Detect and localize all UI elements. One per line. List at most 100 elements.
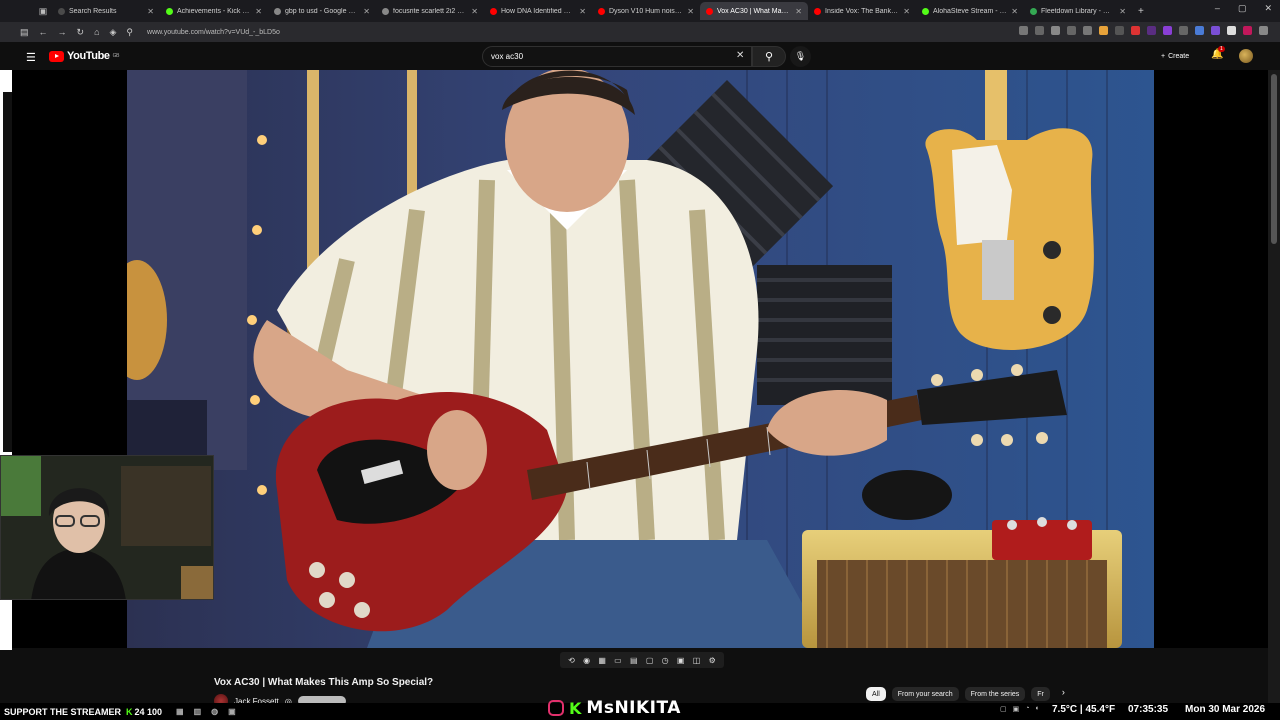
clock: 07:35:35 bbox=[1128, 704, 1169, 715]
notifications-button[interactable]: 🔔 1 bbox=[1211, 46, 1225, 60]
tab-title: Achievements - Kick Dash bbox=[177, 7, 252, 15]
loop-icon[interactable]: ⟲ bbox=[568, 656, 575, 665]
sidebar-toggle-icon[interactable]: ▤ bbox=[20, 27, 29, 38]
extension-icon[interactable] bbox=[1163, 26, 1172, 35]
menu-icon[interactable] bbox=[1259, 26, 1268, 35]
address-bar: ▤ ← → ↻ ⌂ ◈ ⚲ www.youtube.com/watch?v=VU… bbox=[0, 22, 1280, 42]
hd-icon[interactable]: ▦ bbox=[598, 656, 606, 665]
create-button[interactable]: + Create bbox=[1155, 48, 1195, 64]
subtitles-icon[interactable]: ▭ bbox=[614, 656, 622, 665]
streamer-name: MsNIKITA bbox=[586, 698, 681, 718]
new-tab-button[interactable]: + bbox=[1138, 6, 1152, 17]
extension-icon[interactable] bbox=[1083, 26, 1092, 35]
close-tab-icon[interactable]: ✕ bbox=[471, 7, 478, 16]
url-field[interactable]: www.youtube.com/watch?v=VUd_-_bLD5o bbox=[147, 29, 280, 36]
extension-icon[interactable] bbox=[1211, 26, 1220, 35]
tray-icon[interactable]: ◔ bbox=[1025, 705, 1029, 713]
taskbar-app-icon[interactable]: ▥ bbox=[194, 707, 202, 716]
profile-icon[interactable] bbox=[1227, 26, 1236, 35]
close-tab-icon[interactable]: ✕ bbox=[363, 7, 370, 16]
voice-search-button[interactable]: 🎙 bbox=[790, 46, 811, 67]
extension-icon[interactable] bbox=[1035, 26, 1044, 35]
extension-icon[interactable] bbox=[1147, 26, 1156, 35]
extension-icon[interactable] bbox=[1131, 26, 1140, 35]
extension-icon[interactable] bbox=[1179, 26, 1188, 35]
chip-all[interactable]: All bbox=[866, 687, 886, 701]
search-button[interactable]: ⚲ bbox=[752, 46, 786, 67]
home-icon[interactable]: ⌂ bbox=[94, 27, 99, 38]
close-tab-icon[interactable]: ✕ bbox=[1011, 7, 1018, 16]
menu-icon[interactable]: ☰ bbox=[26, 51, 36, 64]
tab-title: Vox AC30 | What Makes T bbox=[717, 7, 792, 15]
extensions-area bbox=[1019, 26, 1268, 35]
close-window-icon[interactable]: ✕ bbox=[1264, 3, 1272, 14]
extension-icon[interactable] bbox=[1115, 26, 1124, 35]
site-info-icon[interactable]: ⚲ bbox=[126, 27, 133, 38]
bookmark-icon[interactable] bbox=[1051, 26, 1060, 35]
settings-icon[interactable]: ⚙ bbox=[709, 656, 716, 665]
tray-icon[interactable]: ◐ bbox=[1035, 705, 1039, 713]
extension-icon[interactable] bbox=[1099, 26, 1108, 35]
chip-from-the-series[interactable]: From the series bbox=[964, 687, 1026, 701]
calendar-icon[interactable]: ▤ bbox=[630, 656, 638, 665]
browser-tab[interactable]: focusrite scarlett 2i2 3rd gen✕ bbox=[376, 2, 484, 20]
support-text: SUPPORT THE STREAMER bbox=[4, 706, 122, 717]
close-tab-icon[interactable]: ✕ bbox=[147, 7, 154, 16]
close-tab-icon[interactable]: ✕ bbox=[255, 7, 262, 16]
close-tab-icon[interactable]: ✕ bbox=[579, 7, 586, 16]
extension-icon[interactable] bbox=[1019, 26, 1028, 35]
browser-tab[interactable]: Achievements - Kick Dash ✕ bbox=[160, 2, 268, 20]
reload-icon[interactable]: ↻ bbox=[77, 27, 85, 38]
browser-tab[interactable]: gbp to usd - Google Search ✕ bbox=[268, 2, 376, 20]
close-tab-icon[interactable]: ✕ bbox=[795, 7, 802, 16]
search-input[interactable]: vox ac30 bbox=[482, 46, 752, 67]
taskbar-app-icon[interactable]: ▦ bbox=[176, 707, 184, 716]
minimize-icon[interactable]: – bbox=[1215, 3, 1220, 14]
browser-tab[interactable]: Fleetdown Library - Google M✕ bbox=[1024, 2, 1132, 20]
extension-icon[interactable] bbox=[1243, 26, 1252, 35]
clear-search-icon[interactable]: ✕ bbox=[736, 50, 744, 61]
taskbar-app-icon[interactable]: ◍ bbox=[211, 707, 218, 716]
close-tab-icon[interactable]: ✕ bbox=[903, 7, 910, 16]
browser-tab[interactable]: Dyson V10 Hum noise and st ✕ bbox=[592, 2, 700, 20]
pip-icon[interactable]: ▣ bbox=[677, 656, 685, 665]
browser-tab[interactable]: AlohaSteve Stream - Watch Li ✕ bbox=[916, 2, 1024, 20]
browser-tab[interactable]: Search Results ✕ bbox=[52, 2, 160, 20]
scrollbar-thumb[interactable] bbox=[1271, 74, 1277, 244]
system-tray: ▢ ▣ ◔ ◐ bbox=[1000, 705, 1040, 713]
video-frame[interactable] bbox=[127, 70, 1154, 648]
browser-tab[interactable]: How DNA Identified Walker C✕ bbox=[484, 2, 592, 20]
tab-favicon-icon bbox=[922, 7, 929, 15]
taskbar-app-icon[interactable]: ▣ bbox=[228, 707, 236, 716]
speed-icon[interactable]: ◷ bbox=[662, 656, 669, 665]
tab-actions-icon[interactable]: ▣ bbox=[34, 3, 52, 19]
audio-icon[interactable]: ◉ bbox=[583, 656, 590, 665]
streamer-watermark: K MsNIKITA bbox=[548, 698, 681, 718]
page-scrollbar[interactable] bbox=[1268, 70, 1280, 720]
browser-tab[interactable]: Inside Vox: The Bankruptcy Th ✕ bbox=[808, 2, 916, 20]
support-count: 24 100 bbox=[134, 706, 163, 717]
extension-icon[interactable] bbox=[1195, 26, 1204, 35]
download-icon[interactable] bbox=[1067, 26, 1076, 35]
tab-favicon-icon bbox=[490, 7, 497, 15]
maximize-icon[interactable]: ▢ bbox=[1238, 3, 1247, 14]
tab-title: gbp to usd - Google Search bbox=[285, 7, 359, 15]
notification-badge: 1 bbox=[1218, 46, 1225, 52]
account-avatar[interactable] bbox=[1239, 49, 1253, 63]
screenshot-icon[interactable]: ◫ bbox=[693, 656, 701, 665]
youtube-logo[interactable]: YouTube GB bbox=[49, 50, 119, 62]
chevron-right-icon[interactable]: › bbox=[1062, 687, 1065, 701]
close-tab-icon[interactable]: ✕ bbox=[687, 7, 694, 16]
theater-icon[interactable]: ▢ bbox=[646, 656, 654, 665]
back-icon[interactable]: ← bbox=[39, 27, 48, 38]
chip-from-your-search[interactable]: From your search bbox=[891, 687, 959, 701]
instagram-icon bbox=[548, 700, 564, 716]
tray-icon[interactable]: ▢ bbox=[1000, 705, 1007, 713]
tray-icon[interactable]: ▣ bbox=[1013, 705, 1020, 713]
search-icon: ⚲ bbox=[764, 51, 774, 63]
shield-icon[interactable]: ◈ bbox=[110, 27, 117, 38]
chip-truncated[interactable]: Fr bbox=[1031, 687, 1050, 701]
forward-icon[interactable]: → bbox=[58, 27, 67, 38]
browser-tab[interactable]: Vox AC30 | What Makes T ✕ bbox=[700, 2, 808, 20]
close-tab-icon[interactable]: ✕ bbox=[1119, 7, 1126, 16]
